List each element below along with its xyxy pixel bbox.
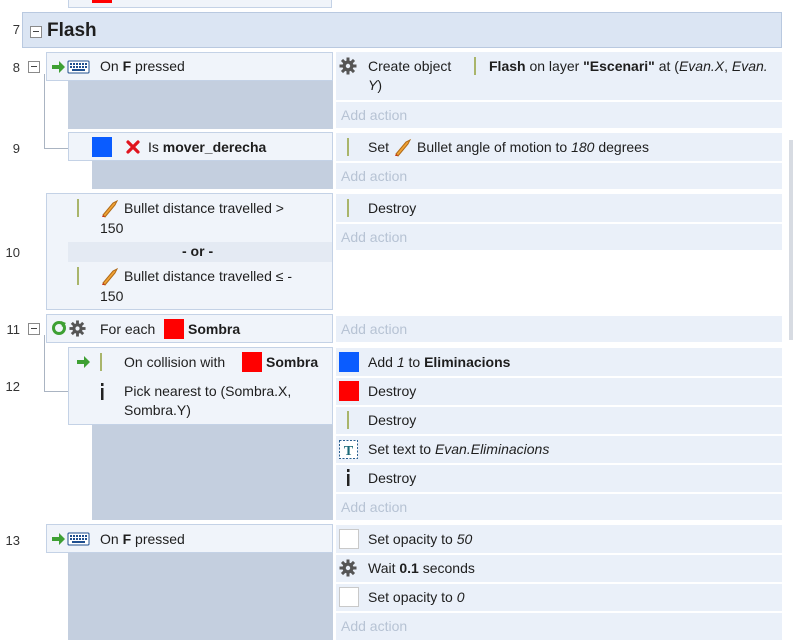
- add-action-link[interactable]: Add action: [341, 617, 407, 636]
- object-icon: [347, 138, 349, 156]
- vertical-scrollbar[interactable]: [789, 140, 793, 340]
- line-number: 8: [12, 60, 20, 75]
- collision-label: On collision with: [124, 354, 226, 370]
- collapse-icon[interactable]: [30, 26, 42, 38]
- line-number: 12: [5, 379, 20, 394]
- white-square-icon: [339, 587, 359, 607]
- tree-line: [44, 148, 68, 149]
- add-action-link[interactable]: Add action: [341, 167, 407, 186]
- bullet-icon: [393, 137, 413, 157]
- text-object-icon: T: [339, 440, 358, 459]
- create-object-label: Create object: [368, 58, 452, 74]
- loop-icon: [51, 320, 67, 336]
- add-to-variable-action: Add 1 to Eliminacions: [368, 354, 511, 370]
- wait-action: Wait 0.1 seconds: [368, 560, 475, 576]
- collision-object: Sombra: [266, 354, 319, 370]
- event-9-action-text: Set: [368, 139, 390, 155]
- for-each-object: Sombra: [188, 321, 241, 337]
- set-text-action: Set text to Evan.Eliminacions: [368, 441, 550, 457]
- gear-icon: [339, 559, 357, 577]
- create-object-params: Flash on layer "Escenari" at (Evan.X, Ev…: [489, 58, 768, 74]
- set-opacity-action: Set opacity to 0: [368, 589, 465, 605]
- event-13-condition-text: On F pressed: [100, 531, 185, 547]
- event-collapse-icon[interactable]: [28, 323, 40, 335]
- object-icon: [100, 353, 102, 371]
- red-square-icon: [242, 352, 262, 372]
- event-13-condition-fill: [68, 553, 333, 640]
- prev-red-square: [92, 0, 112, 3]
- object-icon: [347, 411, 349, 429]
- event-9-condition-fill: [92, 161, 333, 189]
- pick-nearest-condition: Pick nearest to (Sombra.X, Sombra.Y): [124, 383, 292, 418]
- invert-x-icon: [125, 139, 141, 155]
- condition-distance-le-value: 150: [100, 288, 124, 304]
- destroy-action: Destroy: [368, 412, 417, 428]
- info-icon: [346, 469, 350, 487]
- red-square-icon: [164, 319, 184, 339]
- or-label: - or -: [182, 243, 214, 259]
- line-number: 7: [12, 22, 20, 37]
- gear-icon: [69, 320, 86, 337]
- event-9-condition-text: Is mover_derecha: [148, 139, 267, 155]
- group-header[interactable]: [22, 12, 782, 48]
- add-action-link[interactable]: Add action: [341, 106, 407, 125]
- info-icon: [100, 383, 104, 401]
- add-action-link[interactable]: Add action: [341, 498, 407, 517]
- trigger-arrow-icon: [76, 355, 92, 369]
- tree-line: [44, 391, 68, 392]
- trigger-arrow-icon: [51, 531, 91, 547]
- condition-distance-gt: Bullet distance travelled >: [124, 200, 284, 216]
- event-collapse-icon[interactable]: [28, 61, 40, 73]
- object-icon: [474, 57, 476, 75]
- destroy-action: Destroy: [368, 470, 417, 486]
- bullet-icon: [100, 198, 120, 218]
- event-12-condition-fill: [92, 425, 333, 520]
- tree-line: [44, 74, 45, 148]
- add-action-link[interactable]: Add action: [341, 320, 407, 339]
- add-action-link[interactable]: Add action: [341, 228, 407, 247]
- event-9-action-params: Bullet angle of motion to 180 degrees: [417, 139, 649, 155]
- condition-distance-le: Bullet distance travelled ≤ -: [124, 268, 292, 284]
- group-title: Flash: [47, 20, 97, 41]
- gear-icon: [339, 57, 357, 75]
- event-8-condition-text: On F pressed: [100, 58, 185, 74]
- line-number: 9: [12, 141, 20, 156]
- bullet-icon: [100, 266, 120, 286]
- set-opacity-action: Set opacity to 50: [368, 531, 473, 547]
- line-number: 13: [5, 533, 20, 548]
- svg-text:T: T: [344, 444, 354, 459]
- red-square-icon: [339, 381, 359, 401]
- create-object-params-cont: Y): [368, 77, 383, 93]
- blue-square-icon: [339, 352, 359, 372]
- object-icon: [347, 199, 349, 217]
- white-square-icon: [339, 529, 359, 549]
- tree-line: [44, 335, 45, 391]
- blue-square-icon: [92, 137, 112, 157]
- line-number: 10: [5, 245, 20, 260]
- trigger-arrow-icon: [51, 59, 91, 75]
- object-icon: [77, 199, 79, 217]
- condition-distance-gt-value: 150: [100, 220, 124, 236]
- object-icon: [77, 267, 79, 285]
- destroy-action: Destroy: [368, 383, 417, 399]
- destroy-action: Destroy: [368, 200, 417, 216]
- line-number: 11: [6, 322, 21, 337]
- for-each-label: For each: [100, 321, 156, 337]
- event-8-condition-fill: [68, 81, 333, 129]
